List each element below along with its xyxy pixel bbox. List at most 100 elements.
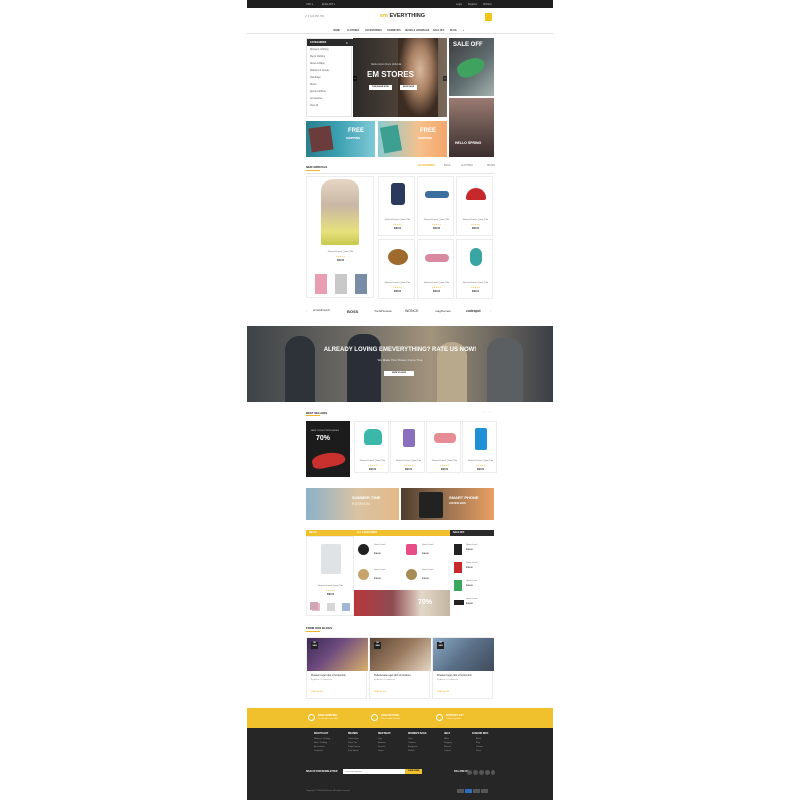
category-item[interactable]: Men's Clothing [310, 56, 325, 58]
product-card[interactable]: Nostrud Lunch Quam Title ★★★★★ $38.00 [354, 421, 389, 473]
rss-icon[interactable] [491, 770, 495, 775]
nav-item-sale-off[interactable]: SALE OFF [433, 30, 444, 32]
tab-clothing[interactable]: CLOTHING [461, 165, 473, 167]
hero-shop-button[interactable]: SHOP NOW [400, 85, 418, 90]
free-shipping-banner-2[interactable]: FREE SHIPPING [378, 121, 447, 157]
language-select[interactable]: ENGLISH ▾ [322, 3, 335, 6]
sunglasses-image[interactable] [454, 600, 464, 605]
footer-link[interactable]: Cosmetics [314, 750, 323, 752]
pinterest-icon[interactable] [485, 770, 490, 775]
footer-link[interactable]: Wallets [408, 750, 414, 752]
product-name[interactable]: Nostrud Lunch Quam Title [427, 460, 462, 462]
footer-link[interactable]: Backpacks [408, 746, 418, 748]
deal-sale-banner[interactable]: 70% [354, 590, 450, 616]
footer-link[interactable]: FAQs [444, 738, 449, 740]
chevron-right-icon[interactable]: › [443, 76, 447, 81]
product-name[interactable]: Quam Lunch [422, 569, 433, 571]
footer-link[interactable]: Blog [476, 742, 480, 744]
footer-link[interactable]: Dolce Vita [348, 742, 357, 744]
product-card[interactable]: Nostrud Lunch Quam Title ★★★★★ $38.00 [462, 421, 497, 473]
product-name[interactable]: Nostrud Lunch Quam Title [322, 251, 359, 253]
bracelet-image[interactable] [358, 569, 369, 580]
tab-shoes[interactable]: SHOES [487, 165, 495, 167]
blog-title[interactable]: Pellentesque eget nibh ut tincidunt [374, 674, 411, 677]
footer-link[interactable]: About [476, 738, 481, 740]
nav-item-shoes-handbags[interactable]: SHOES & HANDBAGS [405, 30, 429, 32]
footer-link[interactable]: Shipping [444, 742, 452, 744]
twitter-icon[interactable] [473, 770, 478, 775]
product-card[interactable]: Nostrud Lunch Quam Title ★★★★★ $38.00 [390, 421, 425, 473]
summer-banner[interactable]: SUMMER TIME FASHION [306, 488, 399, 520]
product-name[interactable]: Nostrud Lunch Quam Title [457, 282, 494, 284]
search-icon[interactable]: ⌕ [463, 30, 464, 32]
register-link[interactable]: Register [468, 3, 477, 6]
nav-item-home[interactable]: HOME [333, 30, 340, 32]
nav-item-accessories[interactable]: ACCESSORIES [365, 30, 382, 32]
product-name[interactable]: Quam Lunch [466, 580, 477, 582]
phone-image[interactable] [454, 544, 462, 555]
product-card[interactable]: Nostrud Lunch Quam Title ★★★★★ $38.00 [378, 239, 415, 299]
blog-title[interactable]: Praesent eget odio ut fermentum [311, 674, 346, 677]
chevron-left-icon[interactable]: ‹ [306, 309, 307, 313]
product-name[interactable]: Nostrud Lunch Quam Title [379, 282, 416, 284]
product-name[interactable]: Nostrud Lunch Quam Title [463, 460, 498, 462]
cosmetic-image[interactable] [406, 544, 417, 555]
thumbnail-image[interactable] [335, 274, 347, 294]
footer-link[interactable]: Tops [378, 738, 382, 740]
nav-item-blog[interactable]: BLOG [450, 30, 457, 32]
product-card[interactable]: Nostrud Lunch Quam Title ★★★★★ $38.00 [417, 176, 454, 236]
product-name[interactable]: Quam Lunch [374, 544, 385, 546]
footer-link[interactable]: Ralph Lauren [348, 746, 360, 748]
product-card[interactable]: Nostrud Lunch Quam Title ★★★★★ $38.00 [456, 176, 493, 236]
footer-link[interactable]: Men's Clothing [314, 742, 327, 744]
currency-select[interactable]: USD ▾ [306, 3, 313, 6]
tab-accessories[interactable]: ACCESSORIES [418, 165, 435, 167]
tab-sale-off[interactable]: SALE OFF [450, 530, 494, 536]
product-name[interactable]: Nostrud Lunch Quam Title [355, 460, 390, 462]
footer-link[interactable]: Clutches [408, 742, 416, 744]
read-more-link[interactable]: READ MORE [437, 691, 449, 693]
product-name[interactable]: Quam Lunch [422, 544, 433, 546]
product-name[interactable]: Quam Lunch [466, 598, 477, 600]
lipstick-image[interactable] [454, 562, 462, 573]
brand-logo[interactable]: magthemes [435, 309, 451, 313]
category-item[interactable]: Sports Clothing [310, 91, 326, 93]
footer-link[interactable]: Kate Spade [348, 750, 358, 752]
sale-banner[interactable]: SALE OFF [449, 38, 494, 96]
chevron-right-icon[interactable]: › [490, 309, 491, 313]
brand-logo[interactable]: WONCE [405, 309, 418, 313]
categories-header[interactable]: CATEGORIES ≡ [307, 39, 353, 46]
blog-card[interactable]: 26 JAN Praesent eget odio ut fermentum By… [306, 637, 368, 699]
facebook-icon[interactable] [467, 770, 472, 775]
wishlist-link[interactable]: Wishlist [483, 3, 492, 6]
hero-slider[interactable]: Nulla rutrum Nunc Vehicula EM STORES PUR… [353, 38, 447, 117]
brand-logo[interactable]: TrendSenses [374, 309, 392, 313]
category-item[interactable]: Shoes [310, 84, 317, 86]
product-card[interactable]: Nostrud Lunch Quam Title ★★★★★ $38.00 [417, 239, 454, 299]
featured-product-card[interactable]: Nostrud Lunch Quam Title ★★★★★ $38.00 [306, 176, 374, 298]
footer-link[interactable]: Dresses [378, 746, 385, 748]
rate-us-button[interactable]: RATE US NOW [384, 371, 414, 376]
footer-link[interactable]: Careers [476, 746, 483, 748]
tab-all-categories[interactable]: ALL CATEGORIES [354, 530, 450, 536]
free-shipping-banner[interactable]: FREE SHIPPING [306, 121, 375, 157]
footer-link[interactable]: Totes [408, 738, 413, 740]
thumbnail-image[interactable] [315, 274, 327, 294]
product-name[interactable]: Nostrud Lunch Quam Title [418, 219, 455, 221]
footer-link[interactable]: Bottoms [378, 742, 385, 744]
blog-title[interactable]: Praesent eget odio ut fermentum [437, 674, 472, 677]
brand-logo[interactable]: arrows&rounds [313, 309, 330, 312]
nav-item-cosmetics[interactable]: COSMETICS [387, 30, 401, 32]
small-product-image[interactable] [310, 602, 318, 610]
product-name[interactable]: Nostrud Lunch Quam Title [457, 219, 494, 221]
thumbnail-image[interactable] [355, 274, 367, 294]
footer-link[interactable]: Shoes [378, 750, 384, 752]
category-item[interactable]: Handbags [310, 77, 320, 79]
footer-link[interactable]: Accessories [314, 746, 325, 748]
footer-link[interactable]: Women's Clothing [314, 738, 330, 740]
product-name[interactable]: Nostrud Lunch Quam Title [312, 585, 349, 587]
newsletter-email-input[interactable] [343, 769, 405, 774]
product-name[interactable]: Quam Lunch [374, 569, 385, 571]
category-item[interactable]: Shoes & Bags [310, 63, 325, 65]
tab-bags[interactable]: BAGS [444, 165, 450, 167]
